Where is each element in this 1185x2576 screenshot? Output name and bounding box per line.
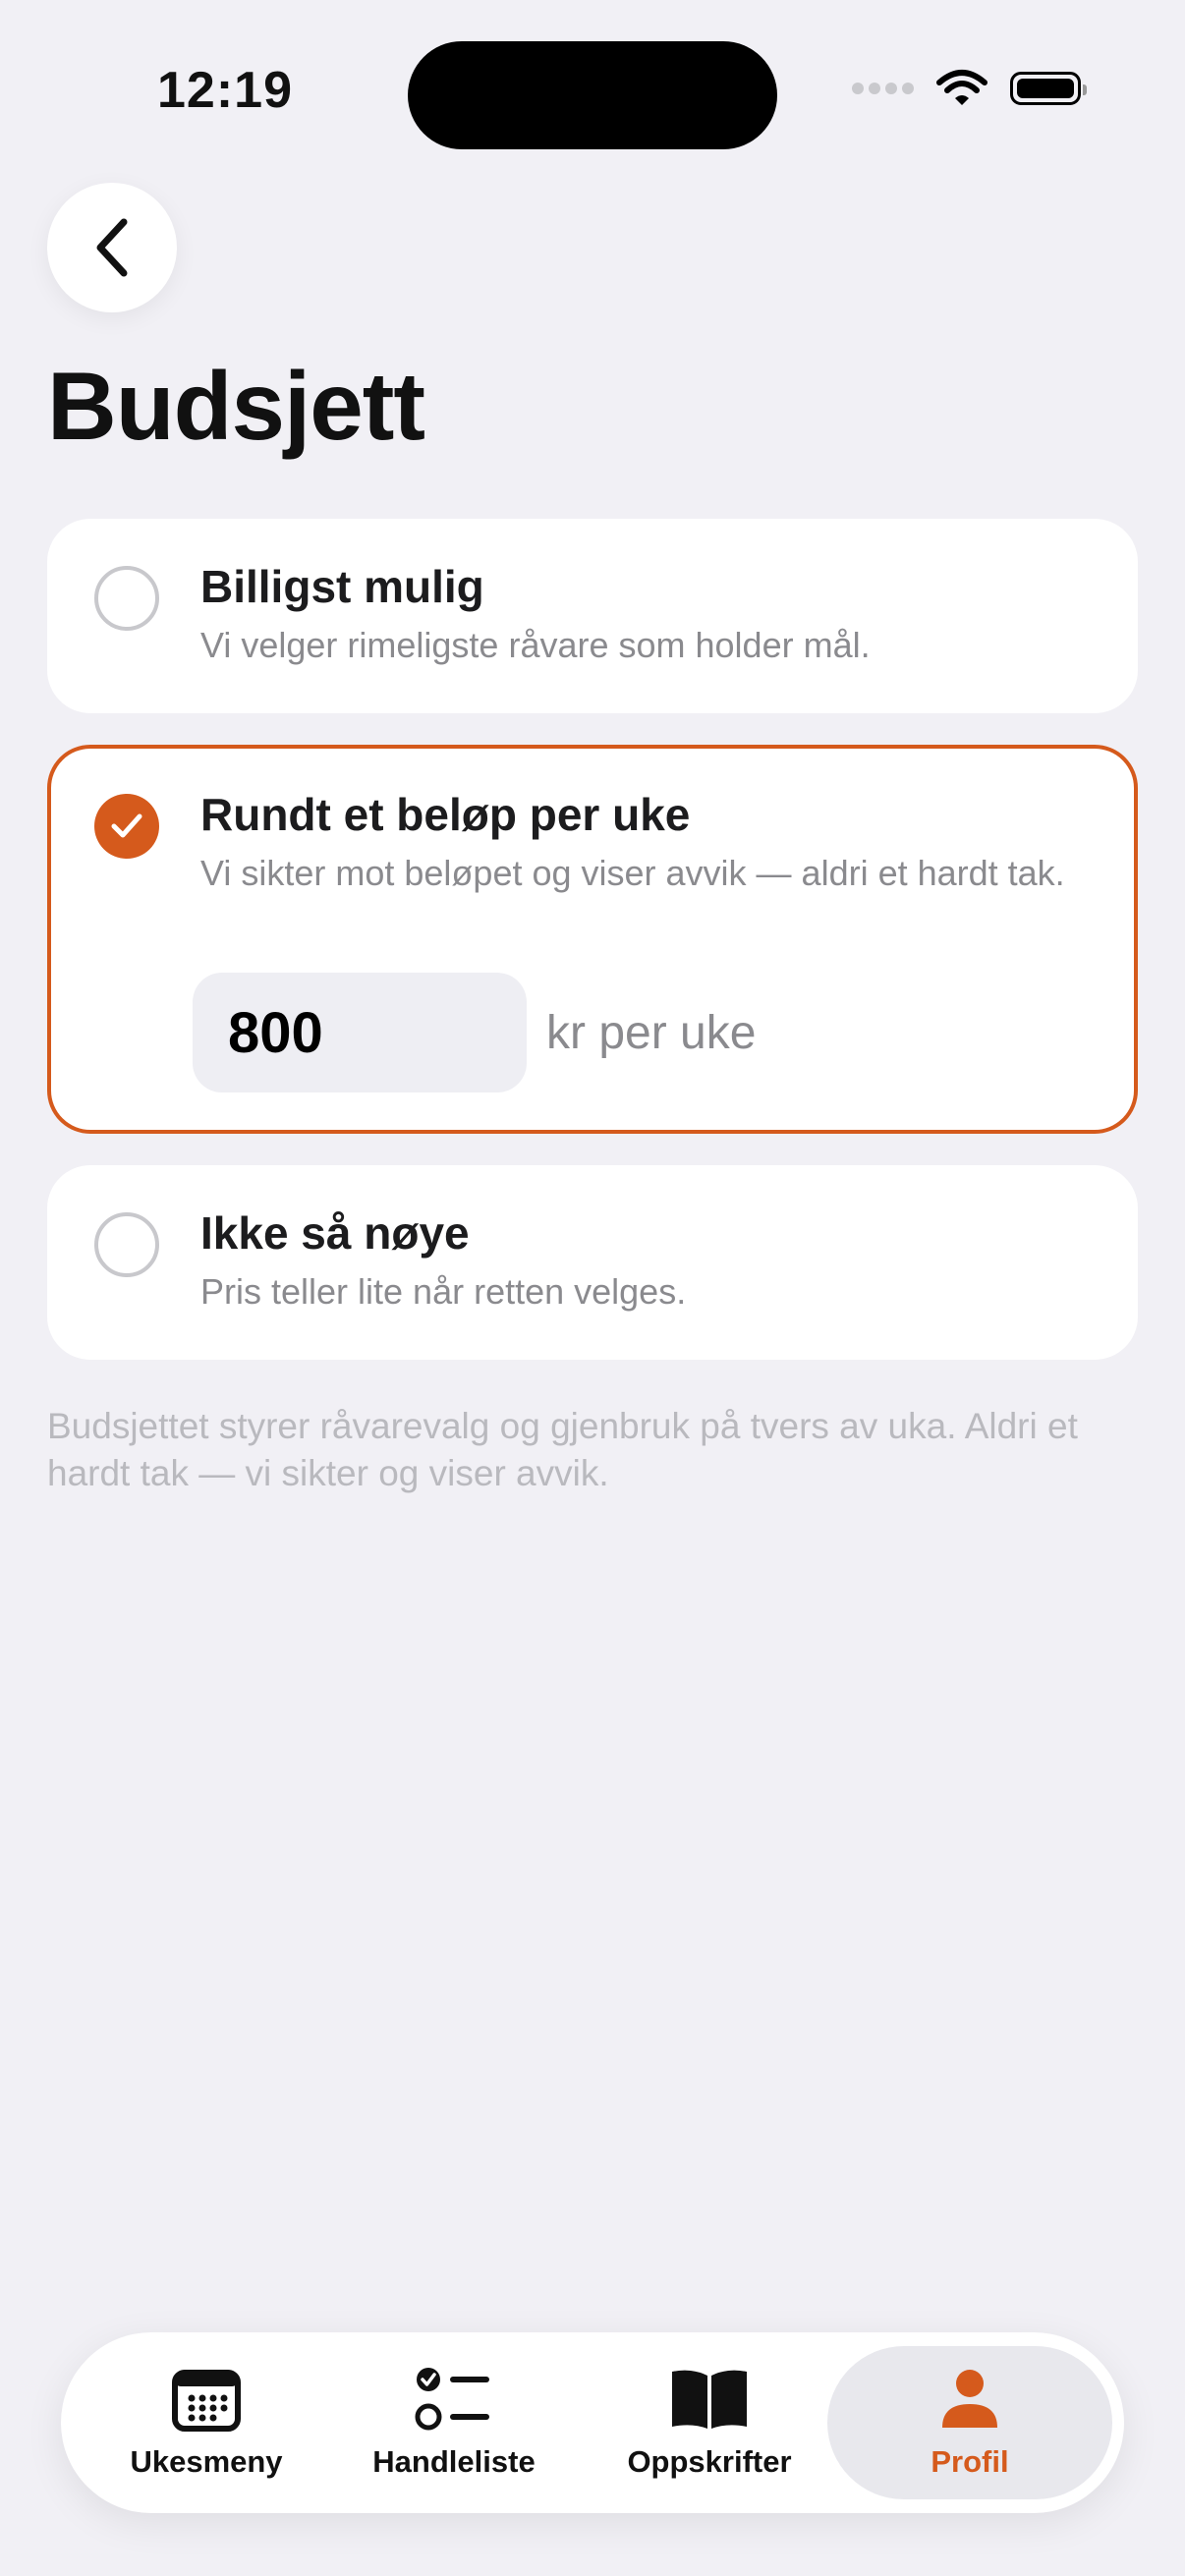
status-time: 12:19 <box>157 62 293 119</box>
tab-label: Ukesmeny <box>130 2444 283 2479</box>
option-description: Vi velger rimeligste råvare som holder m… <box>200 625 871 665</box>
dynamic-island <box>408 41 777 149</box>
tab-handleliste[interactable]: Handleliste <box>346 2346 562 2499</box>
radio-unselected[interactable] <box>94 1212 159 1277</box>
status-icons <box>852 69 1087 108</box>
radio-unselected[interactable] <box>94 566 159 631</box>
chevron-left-icon <box>96 218 128 277</box>
option-title: Ikke så nøye <box>200 1207 470 1259</box>
calendar-icon <box>172 2370 241 2432</box>
option-description: Vi sikter mot beløpet og viser avvik — a… <box>200 853 1065 893</box>
option-card-not-strict[interactable]: Ikke så nøye Pris teller lite når retten… <box>47 1165 1138 1360</box>
option-description: Pris teller lite når retten velges. <box>200 1271 687 1312</box>
back-button[interactable] <box>47 183 177 312</box>
option-card-cheapest[interactable]: Billigst mulig Vi velger rimeligste råva… <box>47 519 1138 713</box>
person-icon <box>942 2370 997 2428</box>
checkmark-icon <box>111 813 142 838</box>
option-card-amount-per-week[interactable]: Rundt et beløp per uke Vi sikter mot bel… <box>47 745 1138 1134</box>
checklist-icon <box>415 2368 489 2431</box>
tab-bar: Ukesmeny Handleliste Oppskrifter Profil <box>61 2332 1124 2513</box>
battery-icon <box>1010 72 1087 105</box>
tab-label: Profil <box>931 2444 1009 2479</box>
book-icon <box>672 2370 747 2429</box>
tab-label: Oppskrifter <box>627 2444 792 2479</box>
option-title: Rundt et beløp per uke <box>200 789 691 840</box>
tab-oppskrifter[interactable]: Oppskrifter <box>592 2346 827 2499</box>
cellular-signal-icon <box>852 83 914 94</box>
tab-profil[interactable]: Profil <box>827 2346 1112 2499</box>
page-title: Budsjett <box>47 352 425 460</box>
budget-footnote: Budsjettet styrer råvarevalg og gjenbruk… <box>47 1406 1078 1493</box>
wifi-icon <box>936 70 988 105</box>
weekly-amount-input[interactable]: 800 <box>193 973 527 1092</box>
option-title: Billigst mulig <box>200 561 484 612</box>
tab-label: Handleliste <box>372 2444 536 2479</box>
tab-ukesmeny[interactable]: Ukesmeny <box>98 2346 314 2499</box>
amount-unit-label: kr per uke <box>546 1007 757 1059</box>
radio-selected[interactable] <box>94 794 159 859</box>
